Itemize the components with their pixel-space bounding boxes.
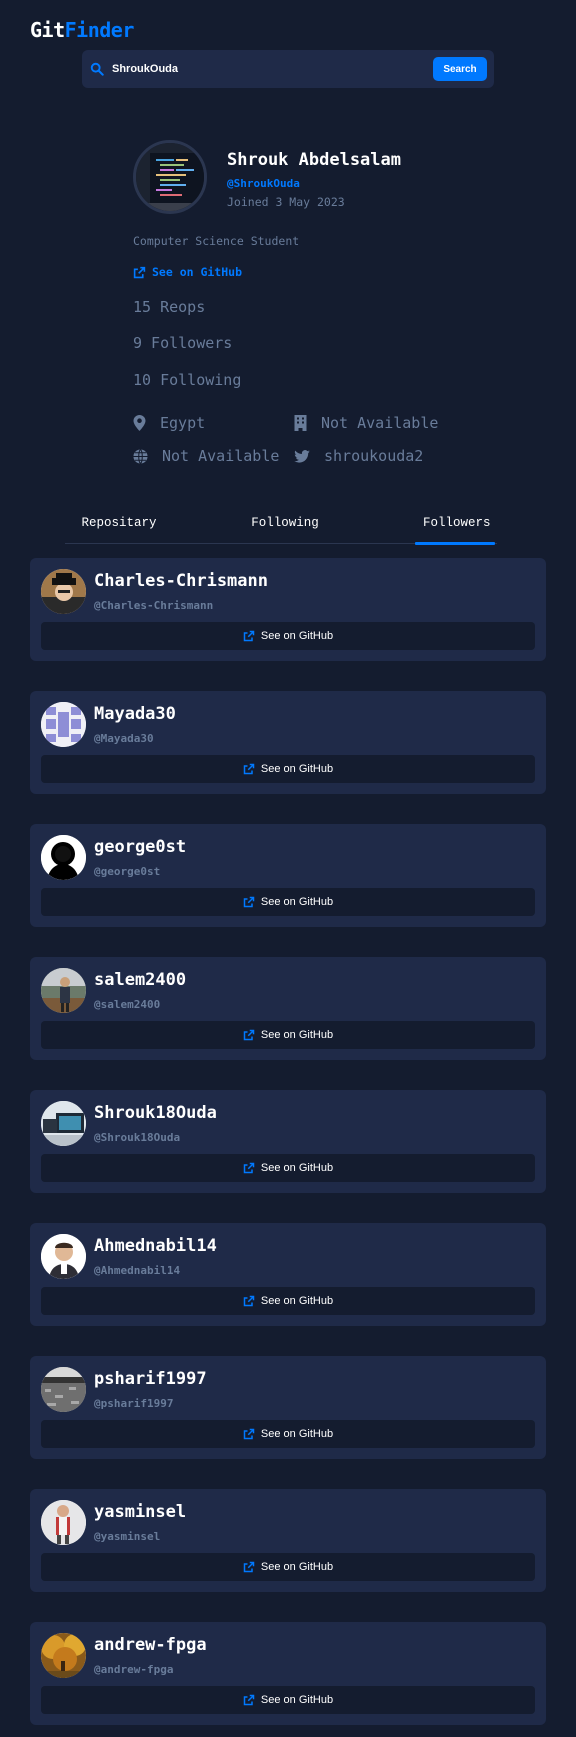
- see-on-github-button[interactable]: See on GitHub: [41, 1154, 535, 1182]
- see-on-github-label: See on GitHub: [260, 1694, 334, 1706]
- follower-avatar[interactable]: [41, 1500, 86, 1545]
- profile-following-count: 10 Following: [133, 371, 242, 389]
- follower-login: @george0st: [94, 865, 161, 878]
- see-on-github-label: See on GitHub: [260, 1295, 334, 1307]
- see-on-github-button[interactable]: See on GitHub: [41, 1021, 535, 1049]
- follower-name: salem2400: [94, 970, 187, 990]
- see-on-github-label: See on GitHub: [260, 630, 334, 642]
- profile-location-label: Egypt: [160, 414, 206, 432]
- profile-location: Egypt: [133, 414, 205, 432]
- see-on-github-label: See on GitHub: [260, 763, 334, 775]
- follower-avatar[interactable]: [41, 569, 86, 614]
- globe-icon: [133, 448, 148, 464]
- location-pin-icon: [133, 415, 146, 431]
- follower-avatar[interactable]: [41, 1101, 86, 1146]
- see-on-github-button[interactable]: See on GitHub: [41, 1287, 535, 1315]
- follower-name: Mayada30: [94, 704, 176, 724]
- follower-card: Mayada30 @Mayada30 See on GitHub: [30, 691, 546, 794]
- profile-joined-date: Joined 3 May 2023: [227, 195, 345, 209]
- tab-repositary[interactable]: Repositary: [80, 516, 158, 544]
- see-on-github-label: See on GitHub: [260, 896, 334, 908]
- profile-twitter: shroukouda2: [294, 447, 423, 465]
- logo-text-finder: Finder: [64, 18, 135, 42]
- follower-avatar[interactable]: [41, 835, 86, 880]
- follower-avatar[interactable]: [41, 1367, 86, 1412]
- search-button[interactable]: Search: [433, 57, 487, 81]
- follower-card: Charles-Chrismann @Charles-Chrismann See…: [30, 558, 546, 661]
- follower-avatar[interactable]: [41, 1633, 86, 1678]
- profile-company-label: Not Available: [321, 414, 439, 432]
- profile-github-link-label: See on GitHub: [152, 265, 243, 279]
- see-on-github-button[interactable]: See on GitHub: [41, 1686, 535, 1714]
- follower-card: salem2400 @salem2400 See on GitHub: [30, 957, 546, 1060]
- follower-name: psharif1997: [94, 1369, 207, 1389]
- follower-login: @Shrouk18Ouda: [94, 1131, 181, 1144]
- profile-blog-label: Not Available: [162, 447, 280, 465]
- follower-login: @Mayada30: [94, 732, 154, 745]
- follower-login: @salem2400: [94, 998, 161, 1011]
- see-on-github-button[interactable]: See on GitHub: [41, 1553, 535, 1581]
- building-icon: [294, 415, 307, 431]
- follower-login: @andrew-fpga: [94, 1663, 174, 1676]
- profile-twitter-label: shroukouda2: [324, 447, 424, 465]
- follower-login: @Ahmednabil14: [94, 1264, 181, 1277]
- external-link-icon: [243, 763, 255, 775]
- search-input[interactable]: [112, 50, 433, 88]
- follower-login: @Charles-Chrismann: [94, 599, 214, 612]
- follower-card: Shrouk18Ouda @Shrouk18Ouda See on GitHub: [30, 1090, 546, 1193]
- profile-avatar: [133, 140, 207, 214]
- profile-blog: Not Available: [133, 447, 279, 465]
- profile-followers-count: 9 Followers: [133, 334, 233, 352]
- follower-name: Ahmednabil14: [94, 1236, 217, 1256]
- external-link-icon: [243, 1694, 255, 1706]
- see-on-github-button[interactable]: See on GitHub: [41, 888, 535, 916]
- logo-text-git: Git: [30, 18, 65, 42]
- external-link-icon: [243, 1295, 255, 1307]
- search-bar: Search: [82, 50, 494, 88]
- external-link-icon: [243, 1162, 255, 1174]
- see-on-github-button[interactable]: See on GitHub: [41, 755, 535, 783]
- follower-avatar[interactable]: [41, 968, 86, 1013]
- follower-name: yasminsel: [94, 1502, 187, 1522]
- tab-followers[interactable]: Followers: [415, 516, 495, 545]
- follower-card: yasminsel @yasminsel See on GitHub: [30, 1489, 546, 1592]
- profile-bio: Computer Science Student: [133, 234, 300, 248]
- follower-card: psharif1997 @psharif1997 See on GitHub: [30, 1356, 546, 1459]
- external-link-icon: [243, 1428, 255, 1440]
- follower-card: andrew-fpga @andrew-fpga See on GitHub: [30, 1622, 546, 1725]
- follower-avatar[interactable]: [41, 702, 86, 747]
- see-on-github-label: See on GitHub: [260, 1029, 334, 1041]
- see-on-github-button[interactable]: See on GitHub: [41, 622, 535, 650]
- profile-login[interactable]: @ShroukOuda: [227, 177, 300, 190]
- tab-following[interactable]: Following: [250, 516, 320, 544]
- follower-name: Shrouk18Ouda: [94, 1103, 217, 1123]
- external-link-icon: [243, 630, 255, 642]
- profile-company: Not Available: [294, 414, 438, 432]
- follower-login: @yasminsel: [94, 1530, 161, 1543]
- follower-name: george0st: [94, 837, 187, 857]
- tab-bar: Repositary Following Followers: [65, 516, 497, 545]
- follower-login: @psharif1997: [94, 1397, 174, 1410]
- external-link-icon: [133, 266, 146, 278]
- see-on-github-label: See on GitHub: [260, 1561, 334, 1573]
- see-on-github-button[interactable]: See on GitHub: [41, 1420, 535, 1448]
- profile-repos-count: 15 Reops: [133, 298, 206, 316]
- follower-avatar[interactable]: [41, 1234, 86, 1279]
- follower-name: andrew-fpga: [94, 1635, 207, 1655]
- external-link-icon: [243, 1561, 255, 1573]
- see-on-github-label: See on GitHub: [260, 1162, 334, 1174]
- profile-github-link[interactable]: See on GitHub: [133, 265, 242, 279]
- profile-name: Shrouk Abdelsalam: [227, 150, 401, 170]
- twitter-icon: [294, 449, 310, 463]
- follower-card: Ahmednabil14 @Ahmednabil14 See on GitHub: [30, 1223, 546, 1326]
- follower-name: Charles-Chrismann: [94, 571, 268, 591]
- external-link-icon: [243, 896, 255, 908]
- see-on-github-label: See on GitHub: [260, 1428, 334, 1440]
- app-logo: GitFinder: [30, 18, 134, 42]
- follower-card: george0st @george0st See on GitHub: [30, 824, 546, 927]
- external-link-icon: [243, 1029, 255, 1041]
- search-icon: [90, 62, 104, 76]
